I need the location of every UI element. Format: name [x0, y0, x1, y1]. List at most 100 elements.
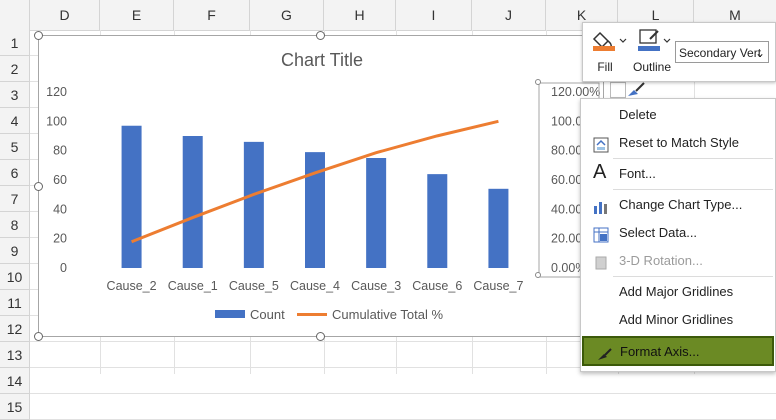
resize-handle-top[interactable]	[316, 31, 325, 40]
chart-element-select[interactable]: Secondary Vert ⌄	[675, 41, 769, 63]
menu-item-label: Select Data...	[619, 225, 698, 240]
y-axis-tick-label: 80	[53, 144, 67, 158]
menu-item-format-axis[interactable]: Format Axis...	[582, 336, 774, 366]
menu-separator	[613, 158, 773, 159]
menu-item-add-minor-gridlines[interactable]: Add Minor Gridlines	[581, 306, 775, 334]
chart-type-icon	[593, 197, 609, 214]
y-axis-tick-label: 20	[53, 232, 67, 246]
select-data-icon	[593, 225, 609, 243]
x-axis-tick-label: Cause_3	[351, 279, 401, 293]
chevron-down-icon: ⌄	[754, 46, 765, 60]
menu-item-select-data[interactable]: Select Data...	[581, 219, 775, 247]
context-menu: Delete Reset to Match Style A Font... Ch…	[580, 98, 776, 372]
secondary-axis-tick-label: 100.0	[551, 114, 582, 128]
outline-label: Outline	[632, 60, 672, 74]
row-header-13[interactable]: 13	[0, 342, 30, 368]
menu-item-add-major-gridlines[interactable]: Add Major Gridlines	[581, 278, 775, 306]
row-header-11[interactable]: 11	[0, 290, 30, 316]
bar-cause-2[interactable]	[121, 125, 142, 268]
resize-handle-left[interactable]	[34, 182, 43, 191]
fill-bucket-icon	[592, 31, 627, 51]
x-axis-tick-label: Cause_2	[107, 279, 157, 293]
axis-handle-top[interactable]	[535, 79, 541, 85]
font-icon: A	[593, 161, 607, 183]
row-header-5[interactable]: 5	[0, 134, 30, 160]
row-header-14[interactable]: 14	[0, 368, 30, 394]
legend-count-label[interactable]: Count	[250, 307, 285, 322]
legend-cumulative-label[interactable]: Cumulative Total %	[332, 307, 443, 322]
x-axis-tick-label: Cause_5	[229, 279, 279, 293]
menu-item-3d-rotation: 3-D Rotation...	[581, 247, 775, 275]
y-axis-tick-label: 40	[53, 202, 67, 216]
reset-style-icon	[593, 135, 609, 153]
menu-item-label: Add Major Gridlines	[619, 284, 734, 299]
bar-cause-6[interactable]	[427, 174, 448, 268]
y-axis-tick-label: 120	[46, 85, 67, 99]
column-header-j[interactable]: J	[472, 0, 546, 30]
menu-item-label: 3-D Rotation...	[619, 253, 703, 268]
legend-cumulative-swatch	[297, 313, 327, 316]
x-axis-tick-label: Cause_7	[473, 279, 523, 293]
row-header-7[interactable]: 7	[0, 186, 30, 212]
bar-cause-3[interactable]	[366, 158, 387, 268]
menu-item-label: Change Chart Type...	[619, 197, 743, 212]
column-header-d[interactable]: D	[30, 0, 100, 30]
menu-item-label: Add Minor Gridlines	[619, 312, 734, 327]
rotation-icon	[593, 253, 609, 270]
row-header-10[interactable]: 10	[0, 264, 30, 290]
secondary-axis-tick-label: 20.00	[551, 232, 582, 246]
resize-handle-top-left[interactable]	[34, 31, 43, 40]
column-header-e[interactable]: E	[100, 0, 174, 30]
row-gridline	[30, 393, 776, 394]
menu-item-delete[interactable]: Delete	[581, 101, 775, 129]
chart-styles-brush-icon[interactable]	[624, 80, 648, 98]
row-header-12[interactable]: 12	[0, 316, 30, 342]
secondary-axis-tick-label: 120.00%	[551, 85, 600, 99]
x-axis-tick-label: Cause_4	[290, 279, 340, 293]
row-header-3[interactable]: 3	[0, 82, 30, 108]
row-header-15[interactable]: 15	[0, 394, 30, 420]
menu-item-label: Font...	[619, 166, 656, 181]
bar-cause-7[interactable]	[488, 188, 509, 268]
menu-item-change-chart-type[interactable]: Change Chart Type...	[581, 191, 775, 219]
menu-separator	[613, 276, 773, 277]
x-axis-tick-label: Cause_6	[412, 279, 462, 293]
secondary-axis-tick-label: 80.00	[551, 144, 582, 158]
y-axis-tick-label: 0	[60, 261, 67, 275]
outline-pen-icon	[638, 29, 671, 51]
legend-count-swatch	[215, 310, 245, 318]
row-header-9[interactable]: 9	[0, 238, 30, 264]
axis-handle-bottom[interactable]	[535, 272, 541, 278]
menu-item-label: Format Axis...	[620, 344, 700, 359]
format-axis-icon	[596, 344, 612, 360]
row-header-2[interactable]: 2	[0, 56, 30, 82]
select-all-corner[interactable]	[0, 0, 30, 30]
row-header-8[interactable]: 8	[0, 212, 30, 238]
row-header-4[interactable]: 4	[0, 108, 30, 134]
row-header-1[interactable]: 1	[0, 30, 30, 56]
row-header-6[interactable]: 6	[0, 160, 30, 186]
resize-handle-bottom-left[interactable]	[34, 332, 43, 341]
menu-item-reset-style[interactable]: Reset to Match Style	[581, 129, 775, 157]
plot-area[interactable]: 020406080100120 0.00%20.0040.0060.0080.0…	[39, 36, 605, 338]
chart-area[interactable]: Chart Title 0 20 40 60 80 100 120 0.00% 20.00 40…	[38, 35, 604, 337]
fill-button[interactable]: Fill	[591, 27, 627, 77]
column-header-g[interactable]: G	[250, 0, 324, 30]
column-header-i[interactable]: I	[396, 0, 472, 30]
column-header-h[interactable]: H	[324, 0, 396, 30]
menu-item-label: Delete	[619, 107, 657, 122]
outline-button[interactable]: Outline	[631, 27, 673, 77]
y-axis-tick-label: 100	[46, 114, 67, 128]
x-axis-tick-label: Cause_1	[168, 279, 218, 293]
secondary-axis-tick-label: 40.00	[551, 202, 582, 216]
bar-cause-1[interactable]	[182, 136, 203, 268]
fill-label: Fill	[597, 60, 613, 74]
y-axis-tick-label: 60	[53, 173, 67, 187]
bar-cause-5[interactable]	[243, 141, 264, 268]
resize-handle-bottom[interactable]	[316, 332, 325, 341]
menu-item-label: Reset to Match Style	[619, 135, 739, 150]
column-header-f[interactable]: F	[174, 0, 250, 30]
chart-element-selected: Secondary Vert	[679, 46, 762, 60]
menu-separator	[613, 189, 773, 190]
menu-item-font[interactable]: A Font...	[581, 160, 775, 188]
